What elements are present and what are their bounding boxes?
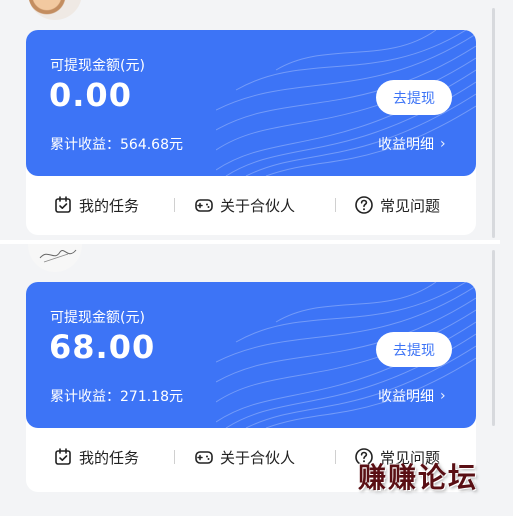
earnings-details-link[interactable]: 收益明细 › (378, 134, 446, 154)
avatar[interactable] (28, 244, 82, 272)
withdraw-button[interactable]: 去提现 (376, 332, 452, 367)
chevron-right-icon: › (440, 136, 446, 152)
faq-button[interactable]: 常见问题 (354, 176, 440, 234)
about-partner-label: 关于合伙人 (220, 196, 296, 215)
my-tasks-label: 我的任务 (79, 448, 140, 467)
withdraw-button[interactable]: 去提现 (376, 80, 452, 115)
balance-banner: 可提现金额(元) 0.00 去提现 累计收益：564.68元 收益明细 › (26, 30, 476, 176)
question-circle-icon (355, 196, 373, 214)
action-bar: 我的任务 关于合伙人 常见问题 (26, 176, 476, 234)
my-tasks-button[interactable]: 我的任务 (53, 176, 139, 234)
signature-avatar-icon (39, 249, 77, 263)
about-partner-label: 关于合伙人 (220, 448, 296, 467)
avatar[interactable] (28, 0, 82, 20)
balance-label: 可提现金额(元) (50, 310, 145, 326)
divider (335, 450, 336, 464)
page: 可提现金额(元) 0.00 去提现 累计收益：564.68元 收益明细 › 我的… (0, 0, 513, 516)
task-check-icon (55, 196, 71, 213)
scrollbar[interactable] (492, 250, 495, 426)
forum-watermark: 赚赚论坛 (358, 461, 479, 494)
balance-banner: 可提现金额(元) 68.00 去提现 累计收益：271.18元 收益明细 › (26, 282, 476, 428)
about-partner-button[interactable]: 关于合伙人 (194, 176, 295, 234)
divider (335, 198, 336, 212)
my-tasks-button[interactable]: 我的任务 (53, 428, 139, 486)
about-partner-button[interactable]: 关于合伙人 (194, 428, 295, 486)
earnings-details-label: 收益明细 (378, 137, 434, 153)
screenshot-panel-1: 可提现金额(元) 0.00 去提现 累计收益：564.68元 收益明细 › 我的… (0, 0, 500, 244)
cumulative-earnings: 累计收益：271.18元 (50, 389, 183, 405)
cumulative-earnings: 累计收益：564.68元 (50, 137, 183, 153)
balance-label: 可提现金额(元) (50, 58, 145, 74)
scrollbar[interactable] (492, 8, 495, 238)
my-tasks-label: 我的任务 (79, 196, 140, 215)
balance-amount: 68.00 (49, 328, 156, 366)
balance-amount: 0.00 (49, 76, 132, 114)
faq-label: 常见问题 (380, 196, 441, 215)
gamepad-icon (195, 451, 213, 464)
divider (174, 450, 175, 464)
earnings-details-label: 收益明细 (378, 389, 434, 405)
earnings-card: 可提现金额(元) 0.00 去提现 累计收益：564.68元 收益明细 › 我的… (26, 30, 476, 235)
earnings-details-link[interactable]: 收益明细 › (378, 386, 446, 406)
gamepad-icon (195, 199, 213, 212)
task-check-icon (55, 448, 71, 465)
divider (174, 198, 175, 212)
chevron-right-icon: › (440, 388, 446, 404)
